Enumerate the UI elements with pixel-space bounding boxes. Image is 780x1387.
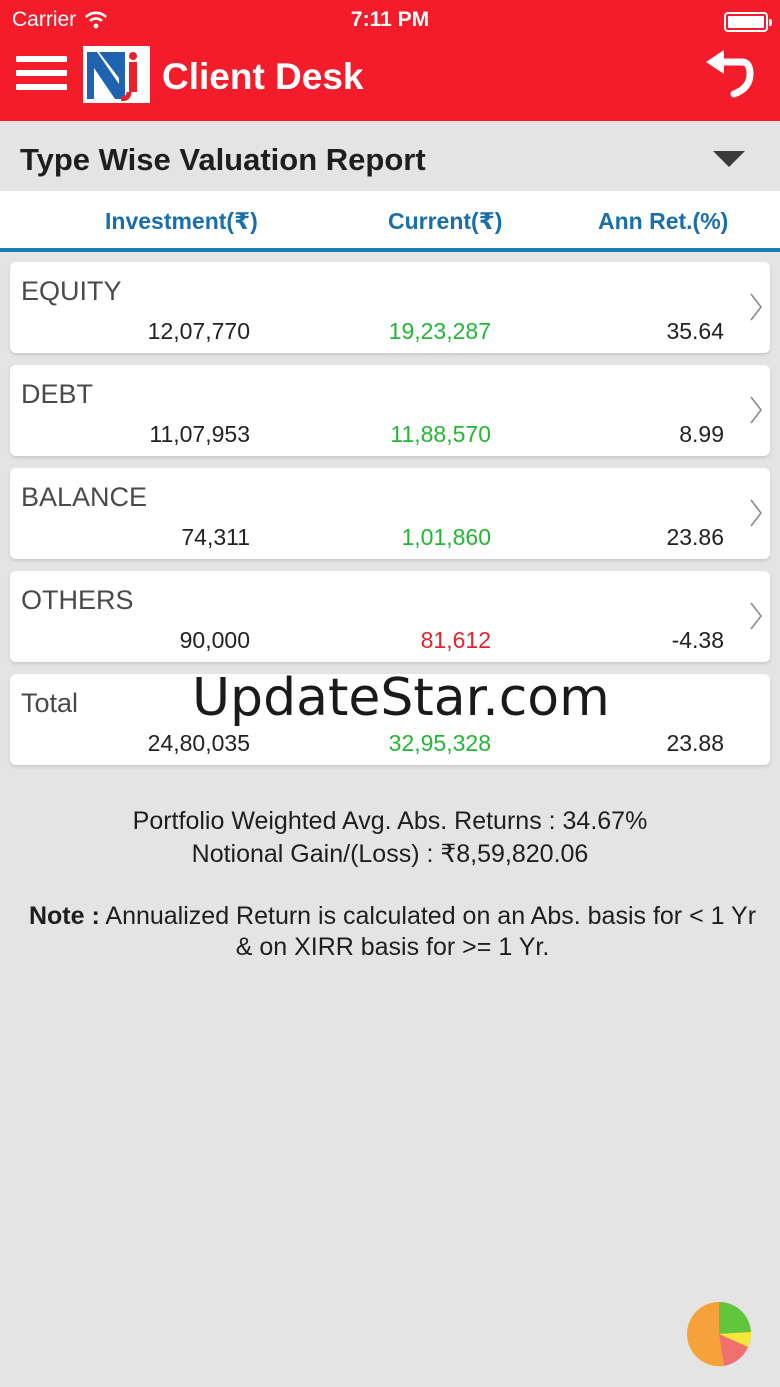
row-ann-ret: 35.64 [666,318,724,344]
type-row-equity[interactable]: EQUITY 12,07,770 19,23,287 35.64 [10,262,770,353]
row-current: 11,88,570 [390,421,491,447]
row-ann-ret: -4.38 [671,627,724,653]
type-row-debt[interactable]: DEBT 11,07,953 11,88,570 8.99 [10,365,770,456]
total-investment: 24,80,035 [147,730,250,756]
notional-gain: Notional Gain/(Loss) : ₹8,59,820.06 [191,840,589,868]
column-investment: Investment(₹) [105,208,258,234]
dropdown-triangle-icon[interactable] [713,151,745,167]
column-ann-ret: Ann Ret.(%) [598,208,729,234]
chevron-right-icon [750,499,763,527]
row-ann-ret: 8.99 [679,421,724,447]
row-type-name: EQUITY [21,276,122,306]
total-current: 32,95,328 [388,730,491,756]
battery-icon [724,12,772,32]
watermark: UpdateStar.com [192,668,610,728]
report-title: Type Wise Valuation Report [20,142,426,177]
pie-chart-icon[interactable] [686,1301,752,1367]
column-current: Current(₹) [388,208,503,234]
note-text: Note : Annualized Return is calculated o… [20,901,765,963]
app-title: Client Desk [162,56,364,97]
report-selector[interactable]: Type Wise Valuation Report [0,121,780,191]
note-label: Note : [28,902,100,930]
nj-logo [83,46,150,103]
total-ann-ret: 23.88 [666,730,724,756]
row-investment: 74,311 [181,524,250,550]
status-bar: Carrier 7:11 PM [0,6,780,36]
app-header: Carrier 7:11 PM Client Desk [0,0,780,121]
row-type-name: OTHERS [21,585,134,615]
type-row-balance[interactable]: BALANCE 74,311 1,01,860 23.86 [10,468,770,559]
type-row-others[interactable]: OTHERS 90,000 81,612 -4.38 [10,571,770,662]
row-type-name: DEBT [21,379,94,409]
chevron-right-icon [750,293,763,321]
row-investment: 90,000 [179,627,250,653]
chevron-right-icon [750,602,763,630]
status-time: 7:11 PM [350,8,430,31]
menu-icon[interactable] [16,56,67,94]
row-ann-ret: 23.86 [666,524,724,550]
row-investment: 11,07,953 [149,421,250,447]
row-current: 19,23,287 [388,318,491,344]
weighted-returns: Portfolio Weighted Avg. Abs. Returns : 3… [132,807,648,835]
row-current: 81,612 [420,627,491,653]
column-header-row: Investment(₹) Current(₹) Ann Ret.(%) [0,191,780,252]
total-label: Total [21,688,79,718]
row-type-name: BALANCE [21,482,148,512]
chevron-right-icon [750,396,763,424]
row-current: 1,01,860 [401,524,491,550]
back-arrow-icon[interactable] [702,48,754,98]
note-body: Annualized Return is calculated on an Ab… [105,902,757,961]
row-investment: 12,07,770 [147,318,250,344]
